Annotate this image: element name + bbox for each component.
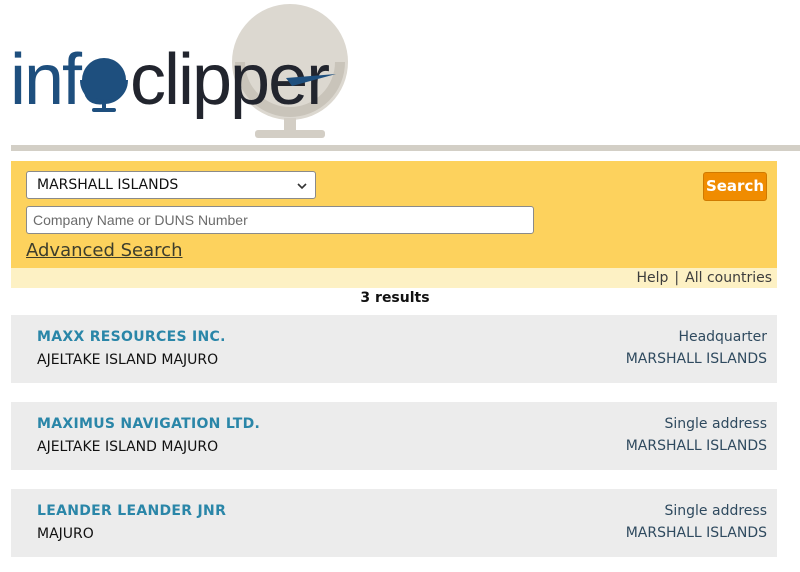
result-address: MAJURO — [37, 526, 94, 542]
result-address: AJELTAKE ISLAND MAJURO — [37, 439, 219, 455]
result-company-name[interactable]: LEANDER LEANDER JNR — [37, 503, 226, 519]
result-address-type: Single address — [664, 416, 768, 432]
result-company-name[interactable]: MAXX RESOURCES INC. — [37, 329, 226, 345]
country-select-value: MARSHALL ISLANDS — [37, 177, 179, 193]
subbar-separator: | — [674, 270, 680, 286]
result-item: MAXX RESOURCES INC. AJELTAKE ISLAND MAJU… — [11, 315, 777, 383]
chevron-down-icon — [297, 183, 307, 190]
infoclipper-logo[interactable]: info clipper — [0, 0, 360, 145]
result-address: AJELTAKE ISLAND MAJURO — [37, 352, 219, 368]
search-button[interactable]: Search — [703, 172, 767, 201]
subbar: Help | All countries — [11, 268, 777, 288]
result-country[interactable]: MARSHALL ISLANDS — [626, 351, 767, 367]
result-item: LEANDER LEANDER JNR MAJURO Single addres… — [11, 489, 777, 557]
results-count: 3 results — [360, 290, 430, 306]
result-address-type: Single address — [664, 503, 768, 519]
search-panel: MARSHALL ISLANDS Advanced Search Search — [11, 161, 777, 268]
country-select[interactable]: MARSHALL ISLANDS — [26, 171, 316, 199]
company-search-input[interactable] — [26, 206, 534, 234]
all-countries-link[interactable]: All countries — [685, 270, 772, 286]
subbar-links: Help | All countries — [637, 268, 773, 288]
header-divider — [11, 145, 800, 151]
result-item: MAXIMUS NAVIGATION LTD. AJELTAKE ISLAND … — [11, 402, 777, 470]
result-address-type: Headquarter — [678, 329, 767, 345]
result-company-name[interactable]: MAXIMUS NAVIGATION LTD. — [37, 416, 260, 432]
result-country[interactable]: MARSHALL ISLANDS — [626, 438, 767, 454]
help-link[interactable]: Help — [637, 270, 669, 286]
header: info clipper — [0, 0, 800, 145]
advanced-search-link[interactable]: Advanced Search — [26, 240, 182, 261]
result-country[interactable]: MARSHALL ISLANDS — [626, 525, 767, 541]
